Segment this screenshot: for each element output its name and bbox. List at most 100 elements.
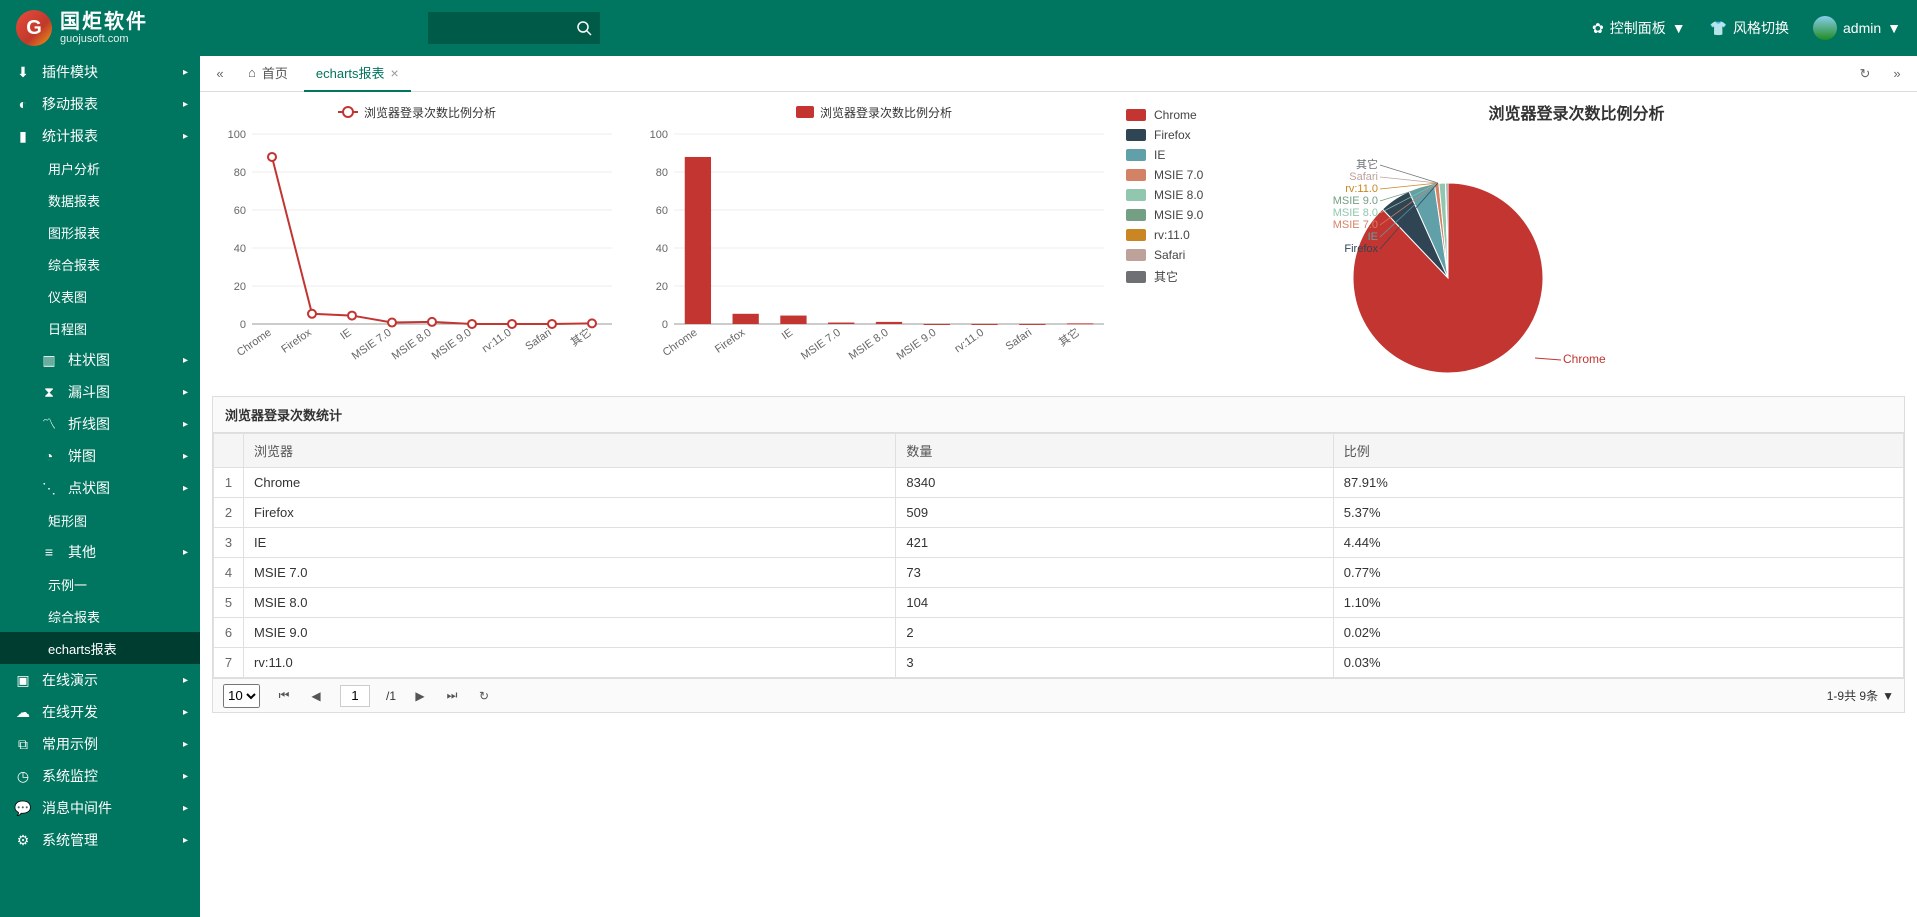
sidebar-item-示例一[interactable]: 示例一 [0,568,200,600]
sidebar-item-用户分析[interactable]: 用户分析 [0,152,200,184]
pie-legend-item[interactable]: Safari [1126,248,1236,262]
sidebar-item-消息中间件[interactable]: 💬消息中间件▸ [0,792,200,824]
user-menu[interactable]: admin ▼ [1813,16,1901,40]
table-row[interactable]: 7rv:11.030.03% [214,648,1904,678]
sidebar-item-日程图[interactable]: 日程图 [0,312,200,344]
pager-total: /1 [386,689,396,703]
bar-icon: ▮ [14,128,32,145]
cell-count: 73 [896,558,1333,588]
pager-next[interactable]: ▶ [412,689,428,703]
chevron-right-icon: ▸ [183,675,188,686]
logo[interactable]: G 国炬软件 guojusoft.com [16,10,148,46]
table-row[interactable]: 1Chrome834087.91% [214,468,1904,498]
sidebar-item-其他[interactable]: ≡其他▸ [0,536,200,568]
pie-legend-item[interactable]: Chrome [1126,108,1236,122]
sidebar-item-在线演示[interactable]: ▣在线演示▸ [0,664,200,696]
sidebar-item-echarts报表[interactable]: echarts报表 [0,632,200,664]
page-size-select[interactable]: 10 [223,684,260,708]
col-count[interactable]: 数量 [896,434,1333,468]
sidebar-item-折线图[interactable]: 〽折线图▸ [0,408,200,440]
table-row[interactable]: 5MSIE 8.01041.10% [214,588,1904,618]
svg-text:0: 0 [662,319,668,331]
chevron-right-icon: ▸ [183,483,188,494]
pie-legend-item[interactable]: rv:11.0 [1126,228,1236,242]
svg-text:Chrome: Chrome [1563,352,1606,366]
col-ratio[interactable]: 比例 [1333,434,1903,468]
sidebar-item-柱状图[interactable]: ▥柱状图▸ [0,344,200,376]
svg-text:IE: IE [780,327,795,343]
sidebar-item-常用示例[interactable]: ⧉常用示例▸ [0,728,200,760]
col-browser[interactable]: 浏览器 [244,434,896,468]
sidebar-item-图形报表[interactable]: 图形报表 [0,216,200,248]
svg-text:MSIE 7.0: MSIE 7.0 [1333,219,1378,231]
cell-ratio: 4.44% [1333,528,1903,558]
pager-prev[interactable]: ◀ [308,689,324,703]
legend-label: 其它 [1154,268,1178,285]
sidebar-item-仪表图[interactable]: 仪表图 [0,280,200,312]
cell-ratio: 1.10% [1333,588,1903,618]
pie-legend-item[interactable]: MSIE 7.0 [1126,168,1236,182]
tab-echarts-report[interactable]: echarts报表 × [304,56,411,92]
chevron-right-icon: ▸ [183,771,188,782]
sidebar-item-矩形图[interactable]: 矩形图 [0,504,200,536]
sidebar-item-label: 系统管理 [42,830,98,850]
sidebar-item-label: 饼图 [68,446,96,466]
pie-legend-item[interactable]: MSIE 9.0 [1126,208,1236,222]
cell-count: 421 [896,528,1333,558]
legend-swatch [1126,189,1146,201]
pager-first[interactable]: ⏮ [276,688,292,703]
sidebar-item-系统管理[interactable]: ⚙系统管理▸ [0,824,200,856]
pager-page-input[interactable] [340,685,370,707]
search-button[interactable] [568,12,600,44]
sidebar-item-数据报表[interactable]: 数据报表 [0,184,200,216]
refresh-button[interactable]: ↻ [1853,62,1877,86]
caret-down-icon: ▼ [1672,20,1686,36]
svg-text:Safari: Safari [1349,171,1378,183]
sidebar-item-系统监控[interactable]: ◷系统监控▸ [0,760,200,792]
close-icon[interactable]: × [391,65,399,81]
sidebar-item-插件模块[interactable]: ⬇插件模块▸ [0,56,200,88]
sidebar-item-综合报表[interactable]: 综合报表 [0,600,200,632]
chevron-right-icon: ▸ [183,739,188,750]
pager-summary: 1-9共 9条 [1827,687,1878,704]
sidebar-item-label: 综合报表 [48,255,100,274]
pie-legend-item[interactable]: MSIE 8.0 [1126,188,1236,202]
svg-text:其它: 其它 [1356,157,1378,171]
search-input[interactable] [428,12,568,44]
caret-down-icon[interactable]: ▼ [1882,689,1894,703]
table-row[interactable]: 2Firefox5095.37% [214,498,1904,528]
table-row[interactable]: 6MSIE 9.020.02% [214,618,1904,648]
legend-label: Firefox [1154,128,1191,142]
tab-scroll-right[interactable]: » [1885,62,1909,86]
cell-count: 8340 [896,468,1333,498]
chevron-right-icon: ▸ [183,547,188,558]
sidebar-item-统计报表[interactable]: ▮统计报表▸ [0,120,200,152]
svg-text:MSIE 9.0: MSIE 9.0 [1333,195,1378,207]
pie-legend-item[interactable]: Firefox [1126,128,1236,142]
pager-last[interactable]: ⏭ [444,688,460,703]
svg-text:Firefox: Firefox [279,326,314,355]
pie-legend-item[interactable]: IE [1126,148,1236,162]
pager-refresh[interactable]: ↻ [476,689,492,703]
sidebar-item-在线开发[interactable]: ☁在线开发▸ [0,696,200,728]
svg-text:40: 40 [234,243,246,255]
table-row[interactable]: 3IE4214.44% [214,528,1904,558]
logo-icon: G [16,10,52,46]
cell-browser: MSIE 8.0 [244,588,896,618]
tab-home[interactable]: ⌂ 首页 [236,56,300,92]
tab-scroll-left[interactable]: « [208,62,232,86]
pie-legend-item[interactable]: 其它 [1126,268,1236,285]
sidebar-item-点状图[interactable]: ⋱点状图▸ [0,472,200,504]
svg-text:40: 40 [656,243,668,255]
table-row[interactable]: 4MSIE 7.0730.77% [214,558,1904,588]
sidebar-item-移动报表[interactable]: ◐移动报表▸ [0,88,200,120]
sidebar-item-综合报表[interactable]: 综合报表 [0,248,200,280]
sidebar-item-label: 用户分析 [48,159,100,178]
chevron-right-icon: ▸ [183,803,188,814]
style-switch-button[interactable]: 👕 风格切换 [1710,18,1789,38]
bar-chart-svg: 020406080100ChromeFirefoxIEMSIE 7.0MSIE … [634,124,1114,384]
control-panel-menu[interactable]: ✿ 控制面板 ▼ [1592,18,1686,38]
svg-text:rv:11.0: rv:11.0 [1345,183,1378,195]
sidebar-item-漏斗图[interactable]: ⧗漏斗图▸ [0,376,200,408]
sidebar-item-饼图[interactable]: ◔饼图▸ [0,440,200,472]
